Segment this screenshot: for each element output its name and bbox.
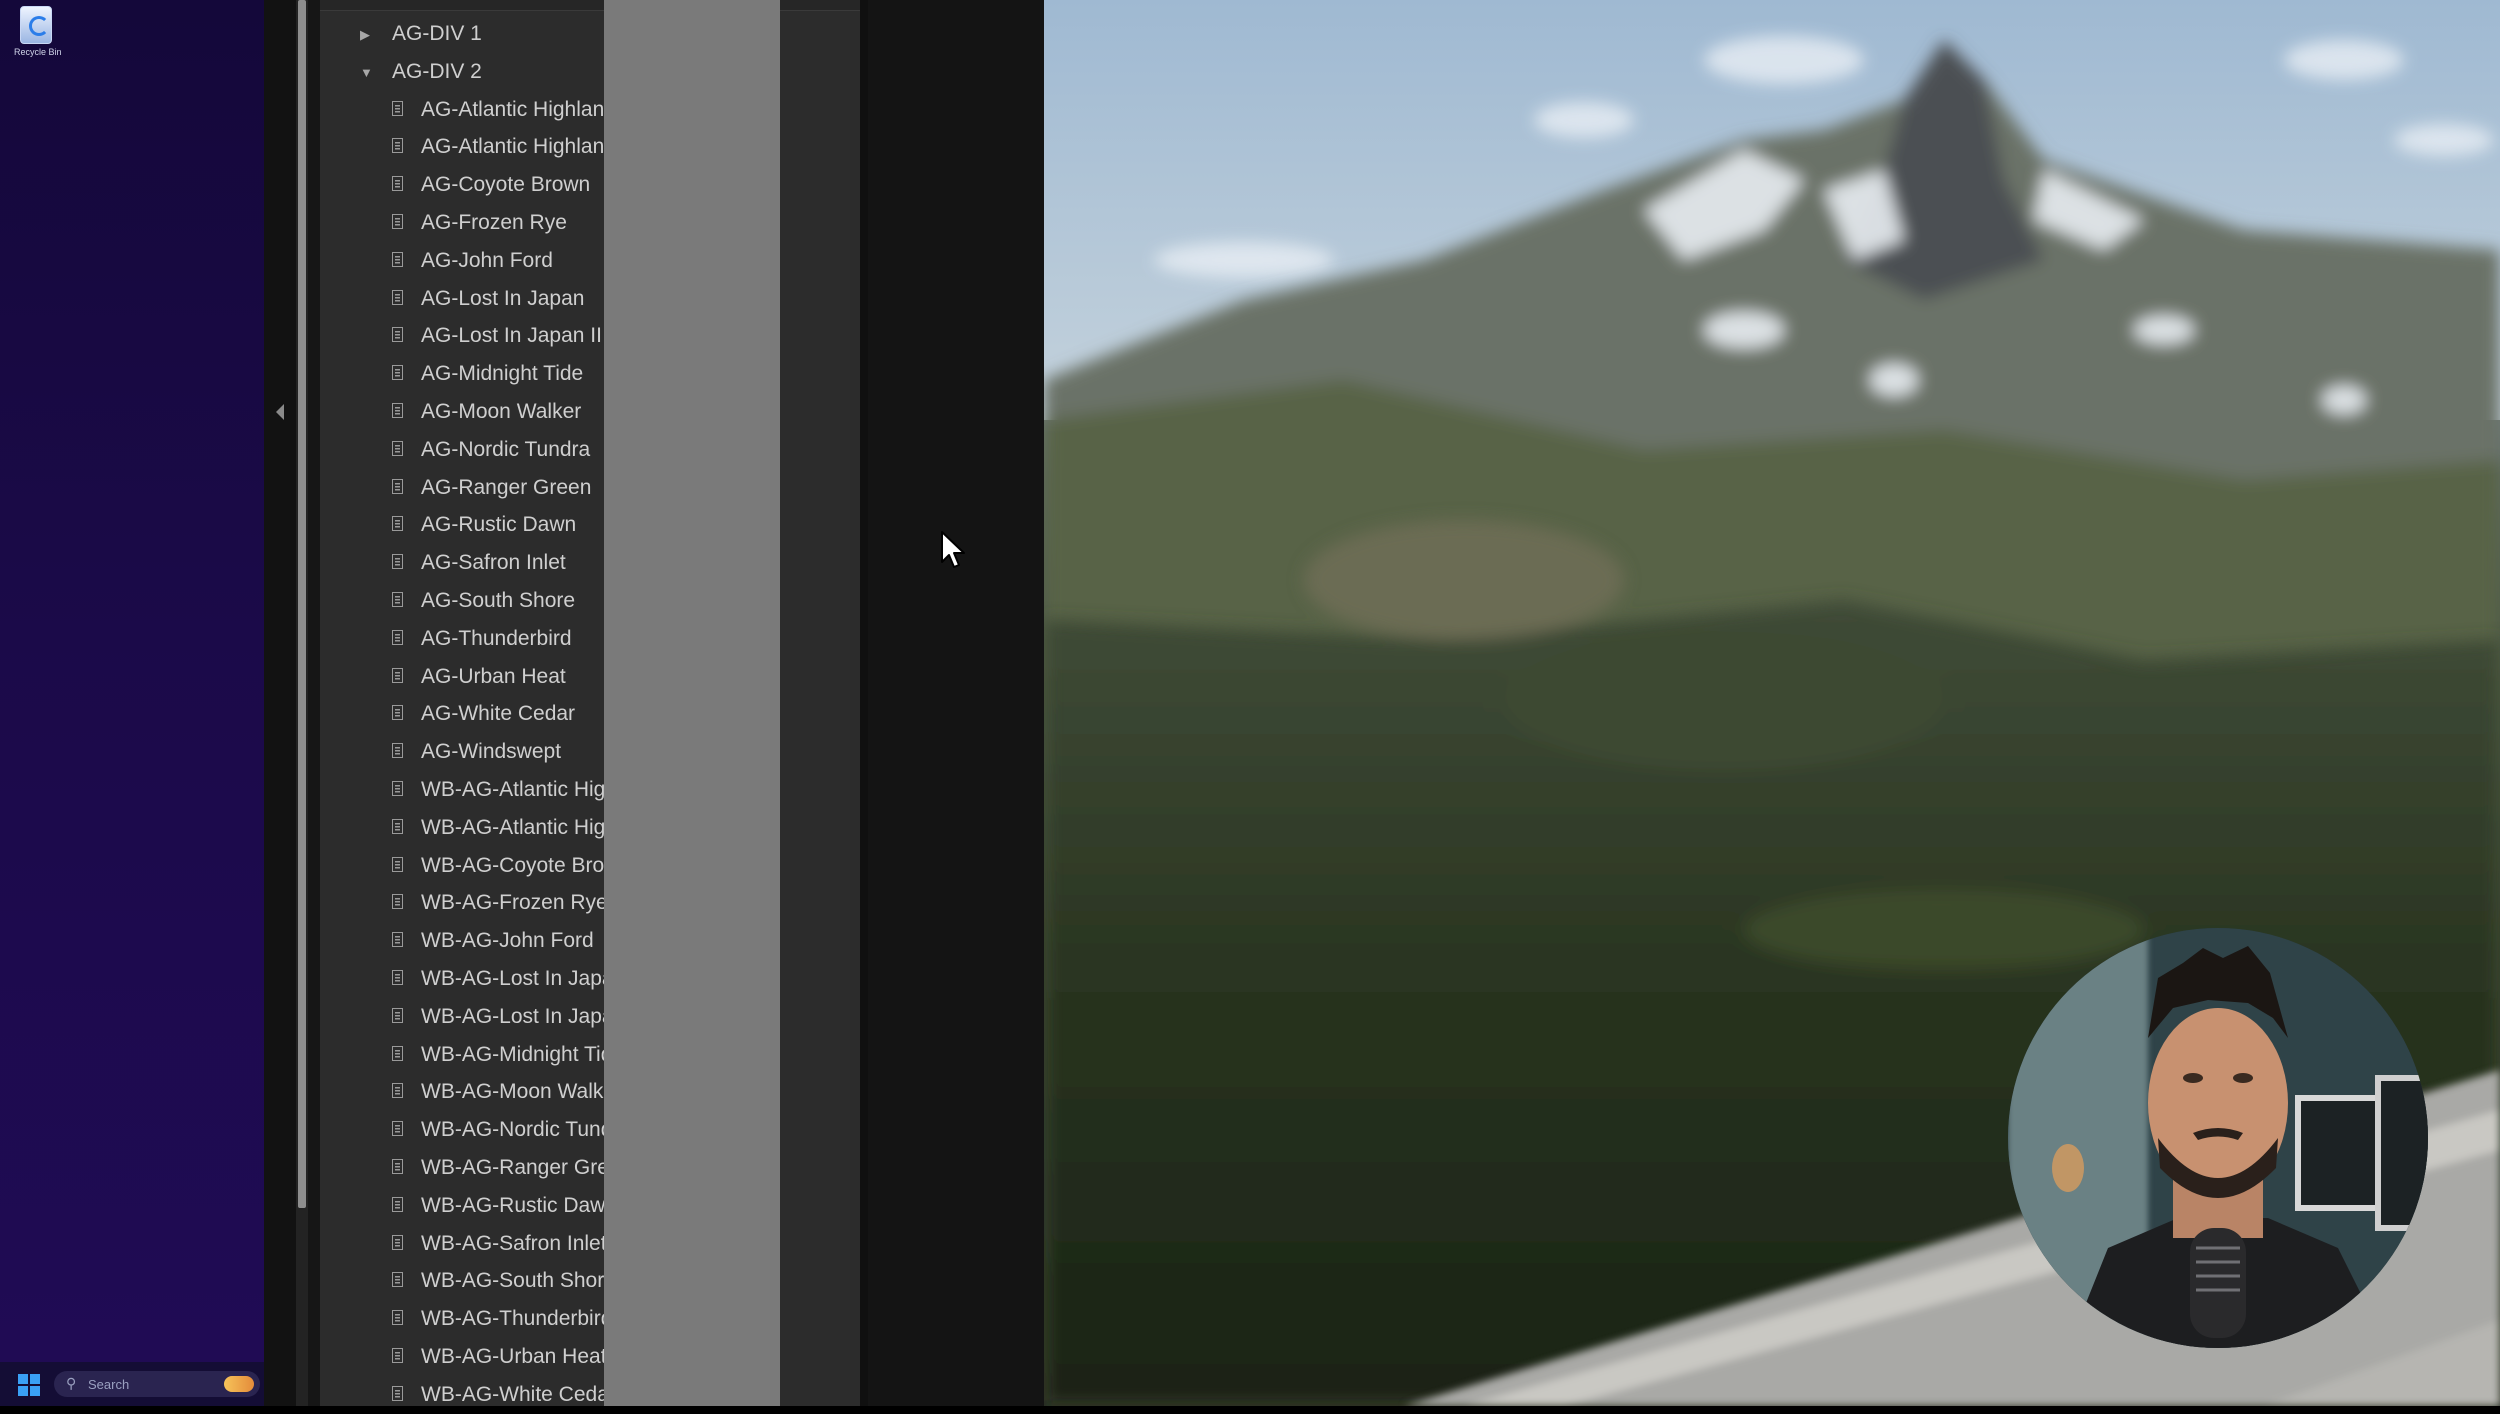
preset-label: WB-AG-Safron Inlet <box>421 1231 607 1255</box>
preset-label: AG-Windswept <box>421 740 562 764</box>
recycle-bin-icon <box>20 6 52 44</box>
document-icon <box>392 251 403 267</box>
scrollbar-thumb[interactable] <box>298 0 306 1208</box>
document-icon <box>392 932 403 948</box>
preset-label: AG-Midnight Tide <box>421 362 584 386</box>
document-icon <box>392 100 403 116</box>
preset-label: AG-Rustic Dawn <box>421 513 577 537</box>
document-icon <box>392 1196 403 1212</box>
document-icon <box>392 1158 403 1174</box>
windows-start-icon[interactable] <box>18 1374 40 1396</box>
taskbar: ⚲ Search <box>0 1362 264 1406</box>
webcam-overlay <box>2008 928 2428 1348</box>
document-icon <box>392 402 403 418</box>
preset-label: AG-Urban Heat <box>421 664 566 688</box>
document-icon <box>392 591 403 607</box>
preset-label: WB-AG-Thunderbird <box>421 1307 613 1331</box>
preset-label: AG-John Ford <box>421 248 553 272</box>
document-icon <box>392 1121 403 1137</box>
preset-label: AG-Coyote Brown <box>421 173 591 197</box>
document-icon <box>392 705 403 721</box>
preset-label: WB-AG-Lost In Japan <box>421 966 626 990</box>
preset-label: AG-Frozen Rye <box>421 210 567 234</box>
widget-icon <box>224 1376 254 1392</box>
preset-label: WB-AG-Frozen Rye <box>421 891 608 915</box>
desktop: Recycle Bin ⚲ Search <box>0 0 264 1406</box>
preset-label: AG-Thunderbird <box>421 626 572 650</box>
document-icon <box>392 176 403 192</box>
preset-label: WB-AG-Ranger Green <box>421 1155 633 1179</box>
preset-label: WB-AG-White Cedar <box>421 1382 616 1406</box>
document-icon <box>392 213 403 229</box>
preset-label: AG-Ranger Green <box>421 475 592 499</box>
recycle-bin[interactable]: Recycle Bin <box>14 6 62 57</box>
document-icon <box>392 516 403 532</box>
document-icon <box>392 1083 403 1099</box>
document-icon <box>392 743 403 759</box>
preset-label: AG-Safron Inlet <box>421 551 566 575</box>
document-icon <box>392 327 403 343</box>
preset-label: WB-AG-Nordic Tundra <box>421 1118 632 1142</box>
preset-label: AG-Moon Walker <box>421 399 582 423</box>
document-icon <box>392 894 403 910</box>
search-icon: ⚲ <box>66 1375 77 1391</box>
preset-label: WB-AG-Coyote Brown <box>421 853 632 877</box>
document-icon <box>392 969 403 985</box>
document-icon <box>392 1310 403 1326</box>
panel-gap <box>308 0 320 1406</box>
document-icon <box>392 1347 403 1363</box>
document-icon <box>392 629 403 645</box>
preset-label: AG-Atlantic Highlands <box>421 97 627 121</box>
document-icon <box>392 138 403 154</box>
preset-label: AG-Lost In Japan II <box>421 324 602 348</box>
recycle-bin-label: Recycle Bin <box>14 47 62 57</box>
preset-label: WB-AG-Midnight Tide <box>421 1042 625 1066</box>
preset-label: AG-White Cedar <box>421 702 576 726</box>
preset-label: AG-Lost In Japan <box>421 286 585 310</box>
document-icon <box>392 1385 403 1401</box>
document-icon <box>392 667 403 683</box>
preset-label: AG-Nordic Tundra <box>421 437 591 461</box>
triangle-right-icon[interactable]: ▶ <box>360 28 370 41</box>
panel-collapse-strip[interactable] <box>264 0 296 1406</box>
taskbar-search[interactable]: ⚲ Search <box>54 1371 260 1397</box>
document-icon <box>392 554 403 570</box>
folder-label: AG-DIV 1 <box>392 22 482 45</box>
mouse-cursor-icon <box>941 531 965 568</box>
taskbar-search-text: Search <box>88 1377 130 1392</box>
document-icon <box>392 1007 403 1023</box>
presets-panel: ▶ AG-DIV 1 ▼ AG-DIV 2 AG-Atlantic Highla… <box>320 0 868 1406</box>
presenter-image <box>2008 928 2428 1348</box>
preset-label: WB-AG-South Shore <box>421 1269 616 1293</box>
document-icon <box>392 1045 403 1061</box>
preset-label: WB-AG-Moon Walker <box>421 1080 623 1104</box>
folder-label: AG-DIV 2 <box>392 59 482 83</box>
document-icon <box>392 365 403 381</box>
document-icon <box>392 780 403 796</box>
document-icon <box>392 440 403 456</box>
triangle-down-icon[interactable]: ▼ <box>360 66 373 79</box>
document-icon <box>392 289 403 305</box>
document-icon <box>392 478 403 494</box>
preset-label: AG-South Shore <box>421 588 576 612</box>
document-icon <box>392 1272 403 1288</box>
preset-label: WB-AG-John Ford <box>421 929 594 953</box>
collapse-panel-icon[interactable] <box>276 404 284 420</box>
preset-label: WB-AG-Urban Heat <box>421 1344 607 1368</box>
document-icon <box>392 856 403 872</box>
document-icon <box>392 818 403 834</box>
document-icon <box>392 1234 403 1250</box>
preset-label: WB-AG-Rustic Dawn <box>421 1193 618 1217</box>
panel-divider-area <box>604 0 780 1406</box>
